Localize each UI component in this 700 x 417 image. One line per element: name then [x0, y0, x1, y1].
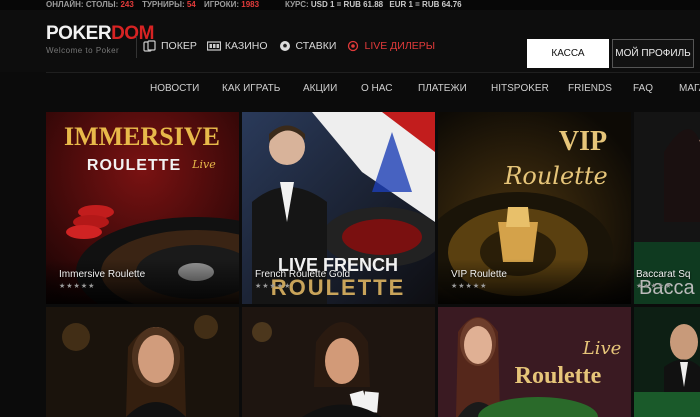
players-label: ИГРОКИ:	[204, 0, 240, 9]
art-title-live: Live	[191, 158, 216, 171]
tables-label: СТОЛЫ:	[85, 0, 119, 9]
live-games-grid: IMMERSIVE ROULETTE Live Immersive Roulet…	[46, 112, 700, 417]
pokerdom-logo[interactable]: POKERDOM Welcome to Poker	[46, 24, 154, 56]
tournaments-label: ТУРНИРЫ:	[142, 0, 185, 9]
subnav-about[interactable]: О НАС	[361, 83, 392, 94]
subnav-news[interactable]: НОВОСТИ	[150, 83, 199, 94]
main-nav: ПОКЕР КАЗИНО СТАВКИ LIVE ДИЛЕРЫ	[143, 37, 435, 55]
subnav-hitspoker[interactable]: HITSPOKER	[491, 83, 549, 94]
live-broadcast-icon	[348, 40, 359, 52]
game-card-vip-roulette[interactable]: VIP Roulette VIP Roulette ★★★★★	[438, 112, 631, 304]
header-divider	[136, 36, 137, 58]
soccer-ball-icon	[279, 41, 290, 51]
subnav-promotions[interactable]: АКЦИИ	[303, 83, 337, 94]
online-stats: ОНЛАЙН: СТОЛЫ: 243 ТУРНИРЫ: 54 ИГРОКИ: 1…	[46, 0, 265, 9]
game-card-row2-2[interactable]	[242, 307, 435, 417]
live-roulette-artwork: Live Roulette	[438, 307, 631, 417]
logo-wordmark: POKERDOM	[46, 24, 154, 44]
tables-count: 243	[120, 0, 134, 9]
art-title-roulette: ROULETTE	[87, 157, 181, 174]
dealer-artwork-2	[242, 307, 435, 417]
usd-rate: USD 1 = RUB 61.88	[310, 0, 384, 9]
nav-casino[interactable]: КАЗИНО	[206, 40, 268, 52]
rate-label: КУРС:	[285, 0, 309, 9]
art-title-vip: VIP	[559, 126, 607, 157]
dealer-artwork-4	[634, 307, 700, 417]
art-title-vip-roulette: Roulette	[503, 162, 607, 190]
game-card-french-roulette-gold[interactable]: LIVE FRENCH ROULETTE French Roulette Gol…	[242, 112, 435, 304]
game-title: Baccarat Sq	[636, 269, 691, 280]
tournaments-count: 54	[186, 0, 196, 9]
game-card-baccarat-squeeze[interactable]: Bacca Baccarat Sq ★★★★★	[634, 112, 700, 304]
game-card-live-roulette[interactable]: Live Roulette	[438, 307, 631, 417]
game-card-row2-1[interactable]	[46, 307, 239, 417]
art-title-immersive: IMMERSIVE	[64, 122, 220, 151]
logo-tagline: Welcome to Poker	[46, 46, 120, 55]
art-title-roulette2: Roulette	[515, 363, 602, 389]
nav-bets-label: СТАВКИ	[295, 40, 337, 52]
cards-icon	[143, 40, 156, 52]
online-label: ОНЛАЙН:	[46, 0, 84, 9]
cashier-button[interactable]: КАССА	[527, 39, 609, 68]
logo-part-poker: POKER	[46, 23, 112, 44]
secondary-nav: НОВОСТИ КАК ИГРАТЬ АКЦИИ О НАС ПЛАТЕЖИ H…	[0, 73, 700, 107]
game-title: Immersive Roulette	[59, 269, 146, 280]
game-title: VIP Roulette	[451, 269, 507, 280]
nav-poker-label: ПОКЕР	[161, 40, 197, 52]
exchange-rates: КУРС: USD 1 = RUB 61.88 EUR 1 = RUB 64.7…	[285, 0, 466, 9]
game-title: French Roulette Gold	[255, 269, 351, 280]
art-title-live2: Live	[582, 338, 622, 359]
nav-bets[interactable]: СТАВКИ	[278, 40, 337, 52]
nav-live-dealers[interactable]: LIVE ДИЛЕРЫ	[346, 40, 435, 52]
subnav-payments[interactable]: ПЛАТЕЖИ	[418, 83, 467, 94]
players-count: 1983	[241, 0, 260, 9]
nav-live-label: LIVE ДИЛЕРЫ	[364, 40, 436, 52]
site-header: POKERDOM Welcome to Poker ПОКЕР КАЗИНО С…	[0, 10, 700, 72]
rating-stars-icon: ★★★★★	[636, 283, 673, 290]
subnav-shop[interactable]: МАГА	[679, 83, 700, 94]
subnav-how-to-play[interactable]: КАК ИГРАТЬ	[222, 83, 280, 94]
subnav-friends[interactable]: FRIENDS	[568, 83, 612, 94]
game-card-row2-4[interactable]	[634, 307, 700, 417]
my-profile-button[interactable]: МОЙ ПРОФИЛЬ	[612, 39, 694, 68]
rating-stars-icon: ★★★★★	[59, 283, 96, 290]
nav-casino-label: КАЗИНО	[224, 40, 268, 52]
eur-rate: EUR 1 = RUB 64.76	[389, 0, 462, 9]
rating-stars-icon: ★★★★★	[255, 283, 292, 290]
slot-machine-icon	[206, 41, 221, 51]
dealer-artwork-1	[46, 307, 239, 417]
top-stats-bar: ОНЛАЙН: СТОЛЫ: 243 ТУРНИРЫ: 54 ИГРОКИ: 1…	[0, 0, 700, 10]
subnav-faq[interactable]: FAQ	[633, 83, 653, 94]
rating-stars-icon: ★★★★★	[451, 283, 488, 290]
game-card-immersive-roulette[interactable]: IMMERSIVE ROULETTE Live Immersive Roulet…	[46, 112, 239, 304]
nav-poker[interactable]: ПОКЕР	[143, 40, 197, 52]
